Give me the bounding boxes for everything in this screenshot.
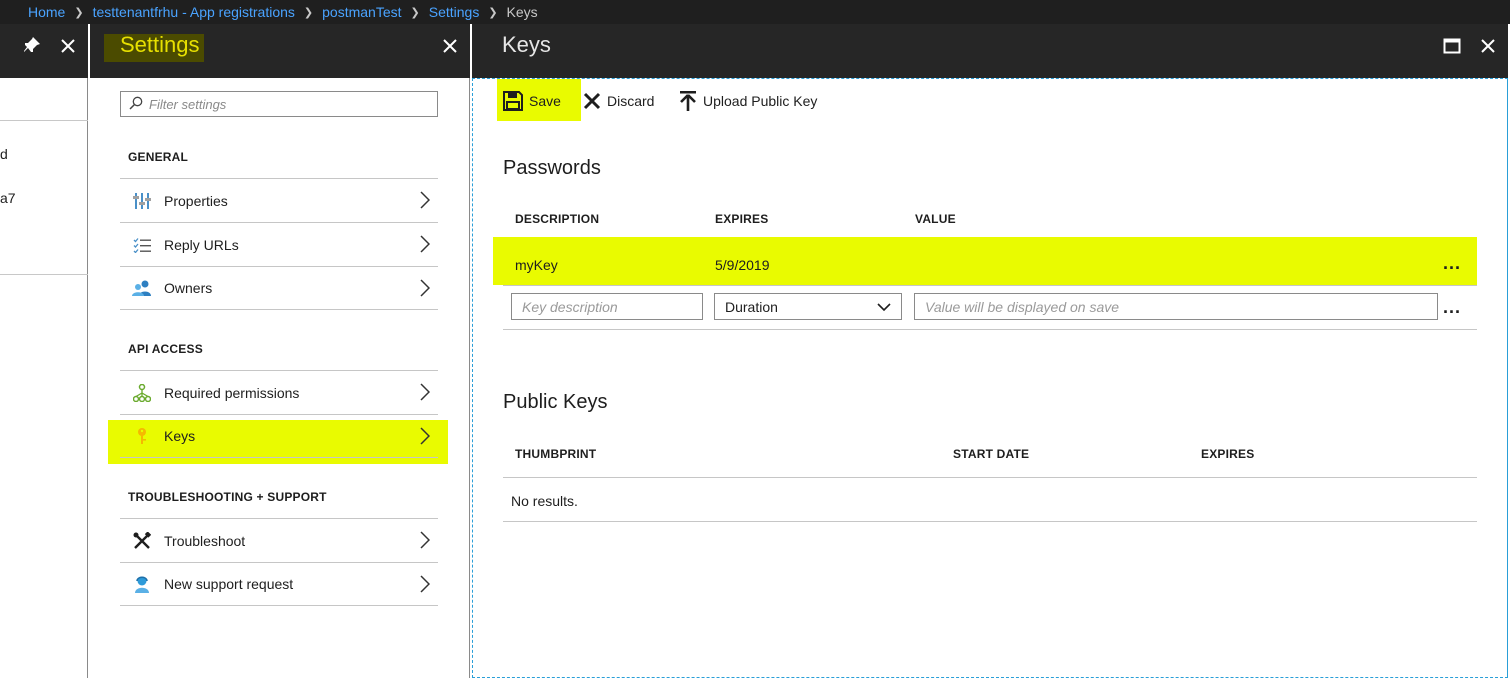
people-icon bbox=[120, 279, 164, 297]
chevron-right-icon: ❯ bbox=[303, 6, 314, 19]
section-general: GENERAL bbox=[128, 150, 189, 164]
passwords-title: Passwords bbox=[503, 157, 601, 179]
password-description: myKey bbox=[515, 257, 558, 273]
breadcrumb: Home ❯ testtenantfrhu - App registration… bbox=[0, 0, 1510, 24]
col-expires: EXPIRES bbox=[715, 212, 769, 226]
search-icon bbox=[129, 96, 143, 113]
duration-value: Duration bbox=[725, 298, 778, 315]
menu-item-troubleshoot[interactable]: Troubleshoot bbox=[120, 518, 438, 562]
key-icon bbox=[120, 427, 164, 445]
chevron-right-icon bbox=[420, 279, 431, 302]
breadcrumb-home[interactable]: Home bbox=[28, 4, 65, 20]
left-blade-header bbox=[0, 24, 88, 78]
maximize-icon[interactable] bbox=[1440, 36, 1464, 58]
keys-blade: Save Discard Upload Public Key Passwords… bbox=[472, 78, 1508, 678]
password-row-more-button[interactable]: ... bbox=[1443, 253, 1461, 274]
chevron-right-icon: ❯ bbox=[488, 6, 498, 19]
section-troubleshooting: TROUBLESHOOTING + SUPPORT bbox=[128, 490, 327, 504]
discard-icon bbox=[583, 92, 601, 110]
chevron-down-icon bbox=[877, 300, 891, 317]
new-row-more-button[interactable]: ... bbox=[1443, 297, 1461, 318]
breadcrumb-app[interactable]: postmanTest bbox=[322, 4, 401, 20]
col-expires: EXPIRES bbox=[1201, 447, 1255, 461]
menu-item-properties[interactable]: Properties bbox=[120, 178, 438, 222]
password-row-highlight bbox=[493, 237, 1477, 285]
chevron-right-icon bbox=[420, 235, 431, 258]
menu-item-label: Reply URLs bbox=[164, 236, 239, 253]
wrench-icon bbox=[120, 531, 164, 550]
save-button[interactable]: Save bbox=[503, 79, 561, 123]
menu-item-new-support-request[interactable]: New support request bbox=[120, 562, 438, 606]
breadcrumb-settings[interactable]: Settings bbox=[429, 4, 480, 20]
public-keys-empty: No results. bbox=[511, 493, 578, 509]
divider bbox=[0, 274, 88, 275]
col-value: VALUE bbox=[915, 212, 956, 226]
menu-item-label: Keys bbox=[164, 428, 196, 444]
list-icon bbox=[120, 237, 164, 253]
breadcrumb-keys: Keys bbox=[506, 4, 538, 20]
menu-item-keys[interactable]: Keys bbox=[120, 414, 438, 458]
save-icon bbox=[503, 91, 523, 111]
menu-item-required-permissions[interactable]: Required permissions bbox=[120, 370, 438, 414]
close-icon[interactable] bbox=[438, 36, 462, 58]
menu-item-label: Required permissions bbox=[164, 384, 300, 401]
chevron-right-icon bbox=[420, 575, 431, 598]
col-start-date: START DATE bbox=[953, 447, 1030, 461]
left-text-2: a7 bbox=[0, 190, 16, 206]
divider bbox=[503, 521, 1477, 522]
hierarchy-icon bbox=[120, 383, 164, 402]
breadcrumb-app-registrations[interactable]: testtenantfrhu - App registrations bbox=[93, 4, 295, 20]
chevron-right-icon bbox=[420, 531, 431, 554]
chevron-right-icon bbox=[420, 191, 431, 214]
upload-icon bbox=[679, 90, 697, 112]
filter-settings-input[interactable] bbox=[149, 96, 429, 112]
filter-settings-box bbox=[120, 91, 438, 117]
keys-toolbar: Save Discard Upload Public Key bbox=[473, 79, 1509, 123]
key-description-input[interactable] bbox=[511, 293, 703, 320]
col-thumbprint: THUMBPRINT bbox=[515, 447, 597, 461]
settings-blade: GENERAL Properties Reply URLs Owners API… bbox=[90, 78, 470, 678]
discard-button[interactable]: Discard bbox=[583, 79, 654, 123]
menu-item-owners[interactable]: Owners bbox=[120, 266, 438, 310]
keys-blade-header: Keys bbox=[472, 24, 1508, 78]
upload-public-key-button[interactable]: Upload Public Key bbox=[679, 79, 817, 123]
menu-item-reply-urls[interactable]: Reply URLs bbox=[120, 222, 438, 266]
support-person-icon bbox=[120, 575, 164, 593]
public-keys-title: Public Keys bbox=[503, 391, 608, 413]
duration-select[interactable]: Duration bbox=[714, 293, 902, 320]
menu-item-label: Owners bbox=[164, 280, 213, 296]
chevron-right-icon: ❯ bbox=[74, 6, 84, 19]
menu-item-label: Properties bbox=[164, 192, 228, 209]
col-description: DESCRIPTION bbox=[515, 212, 600, 226]
divider bbox=[503, 477, 1477, 478]
settings-title: Settings bbox=[120, 32, 200, 57]
chevron-right-icon bbox=[420, 427, 431, 450]
password-expires: 5/9/2019 bbox=[715, 257, 770, 273]
divider bbox=[0, 120, 88, 121]
chevron-right-icon: ❯ bbox=[410, 6, 420, 19]
properties-icon bbox=[120, 192, 164, 210]
divider bbox=[503, 329, 1477, 330]
left-text-1: d bbox=[0, 146, 8, 162]
left-blade: d a7 bbox=[0, 78, 88, 678]
menu-item-label: New support request bbox=[164, 576, 294, 592]
pin-icon[interactable] bbox=[20, 36, 44, 58]
chevron-right-icon bbox=[420, 383, 431, 406]
settings-blade-header: Settings bbox=[90, 24, 470, 78]
discard-label: Discard bbox=[607, 93, 655, 109]
keys-title: Keys bbox=[502, 32, 551, 57]
divider bbox=[503, 285, 1477, 286]
close-icon[interactable] bbox=[56, 36, 80, 58]
section-api-access: API ACCESS bbox=[128, 342, 203, 356]
menu-item-label: Troubleshoot bbox=[164, 532, 246, 549]
save-label: Save bbox=[529, 93, 561, 109]
key-value-input[interactable] bbox=[914, 293, 1438, 320]
upload-label: Upload Public Key bbox=[703, 93, 818, 109]
close-icon[interactable] bbox=[1476, 36, 1500, 58]
